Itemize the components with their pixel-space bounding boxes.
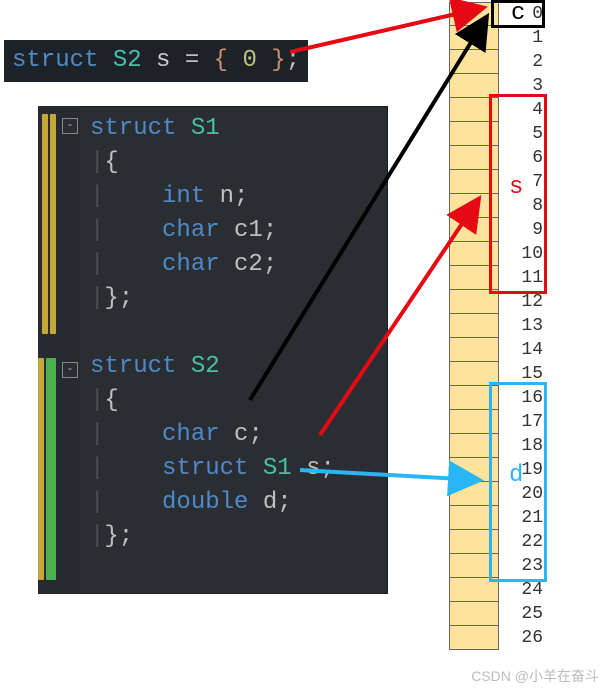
type-s2: S2 [113, 47, 142, 74]
memory-row: 26 [449, 626, 543, 650]
memory-cell [449, 26, 499, 50]
type-s2: S2 [191, 353, 220, 380]
editor-gutter: - - [38, 106, 80, 594]
memory-cell [449, 338, 499, 362]
type-int: int [162, 183, 205, 210]
label-d: d [509, 462, 523, 489]
memory-row: 25 [449, 602, 543, 626]
type-char: char [162, 251, 220, 278]
memory-index: 2 [499, 52, 543, 72]
semi: ; [286, 47, 300, 74]
brace-open: { [104, 387, 118, 414]
kw-struct: struct [90, 115, 176, 142]
memory-cell [449, 50, 499, 74]
kw-struct: struct [162, 455, 248, 482]
fold-toggle[interactable]: - [62, 362, 78, 378]
memory-index: 3 [499, 76, 543, 96]
memory-index: 26 [499, 628, 543, 648]
label-s: s [509, 174, 523, 201]
member-c1: c1 [234, 217, 263, 244]
memory-index: 25 [499, 604, 543, 624]
brace-close: }; [104, 285, 133, 312]
label-c: c [511, 0, 525, 27]
type-char: char [162, 421, 220, 448]
memory-index: 13 [499, 316, 543, 336]
memory-index: 15 [499, 364, 543, 384]
member-c: c [234, 421, 248, 448]
brace-close: }; [104, 523, 133, 550]
brace-open: { [214, 47, 228, 74]
kw-struct: struct [90, 353, 176, 380]
type-s1: S1 [191, 115, 220, 142]
type-s1: S1 [263, 455, 292, 482]
change-bar [46, 358, 56, 580]
memory-cell [449, 626, 499, 650]
memory-row: 14 [449, 338, 543, 362]
member-d: d [263, 489, 277, 516]
memory-index: 12 [499, 292, 543, 312]
varname: s [156, 47, 170, 74]
change-bar [42, 114, 48, 334]
change-bar [50, 114, 56, 334]
memory-row: 13 [449, 314, 543, 338]
brace-open: { [104, 149, 118, 176]
memory-index: 14 [499, 340, 543, 360]
memory-index: 24 [499, 580, 543, 600]
memory-row: 2 [449, 50, 543, 74]
member-c2: c2 [234, 251, 263, 278]
top-declaration: struct S2 s = { 0 }; [4, 40, 308, 82]
memory-cell [449, 602, 499, 626]
kw-struct: struct [12, 47, 98, 74]
brace-close: } [271, 47, 285, 74]
member-s: s [306, 455, 320, 482]
eq: = [185, 47, 199, 74]
code-body: struct S1 |{ | int n; | char c1; | char … [90, 112, 382, 554]
memory-index: 1 [499, 28, 543, 48]
zero-literal: 0 [242, 47, 256, 74]
change-bar [38, 358, 44, 580]
type-char: char [162, 217, 220, 244]
fold-toggle[interactable]: - [62, 118, 78, 134]
code-editor: - - struct S1 |{ | int n; | char c1; | c… [38, 106, 388, 594]
type-double: double [162, 489, 248, 516]
member-n: n [220, 183, 234, 210]
memory-cell [449, 314, 499, 338]
watermark: CSDN @小羊在奋斗 [471, 666, 599, 686]
memory-row: 1 [449, 26, 543, 50]
